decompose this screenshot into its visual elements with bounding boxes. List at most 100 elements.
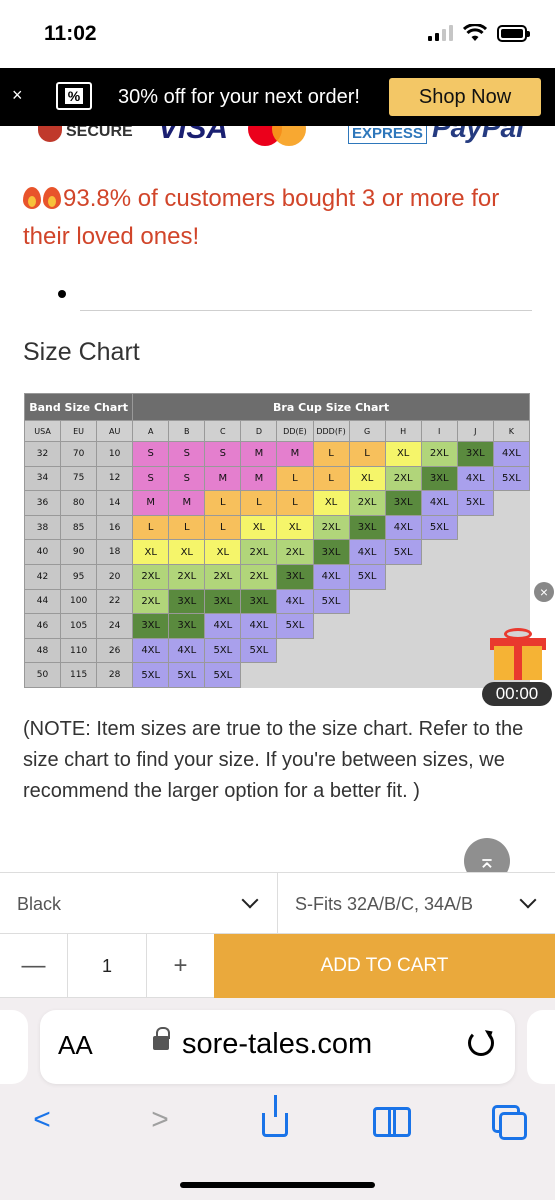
next-tab-edge[interactable]	[527, 1010, 555, 1084]
band-size-cell: 48	[23, 637, 62, 664]
quantity-value[interactable]: 1	[68, 934, 146, 998]
size-cell: 4XL	[420, 490, 458, 516]
size-cell: 5XL	[384, 539, 422, 565]
address-bar[interactable]: AA sore-tales.com	[40, 1010, 515, 1084]
size-chart-title: Size Chart	[23, 338, 140, 366]
size-cell: 5XL	[240, 637, 278, 664]
size-cell: L	[312, 441, 350, 467]
size-chart-row: 34 75 12 S S M M L L XL 2XL 3XL 4XL 5XL	[23, 465, 531, 492]
status-icons	[428, 24, 530, 42]
size-cell: L	[204, 514, 242, 541]
gift-icon[interactable]	[490, 628, 546, 680]
band-size-cell: 34	[23, 465, 62, 492]
quantity-decrement-button[interactable]: —	[0, 934, 68, 998]
empty-cell	[348, 588, 531, 615]
cup-size-header: Bra Cup Size Chart	[132, 393, 530, 421]
band-size-cell: 24	[96, 613, 134, 639]
size-cell: 5XL	[492, 465, 531, 492]
band-column-header: EU	[60, 420, 98, 442]
cup-column-header: I	[420, 420, 458, 442]
size-cell: 3XL	[456, 441, 494, 467]
shop-now-button[interactable]: Shop Now	[389, 78, 541, 116]
share-button[interactable]	[255, 1095, 295, 1140]
chevron-down-icon	[519, 891, 537, 909]
url-text[interactable]: sore-tales.com	[182, 1028, 372, 1061]
size-cell: 5XL	[348, 563, 386, 590]
color-select-value: Black	[17, 893, 62, 914]
size-cell: 2XL	[312, 514, 350, 541]
previous-tab-edge[interactable]	[0, 1010, 28, 1084]
add-to-cart-button[interactable]: ADD TO CART	[214, 934, 555, 998]
size-select[interactable]: S-Fits 32A/B/C, 34A/B	[278, 873, 555, 935]
band-size-cell: 50	[23, 662, 62, 688]
size-chart-row: 48 110 26 4XL 4XL 5XL 5XL	[23, 637, 530, 664]
close-icon[interactable]: ×	[12, 85, 23, 106]
size-cell: L	[204, 490, 242, 516]
empty-cell	[456, 514, 531, 541]
size-cell: L	[168, 514, 206, 541]
band-size-cell: 28	[96, 662, 134, 688]
size-cell: 3XL	[420, 465, 458, 492]
color-select[interactable]: Black	[0, 873, 278, 935]
band-size-cell: 10	[96, 441, 134, 467]
size-chart-row: 44 100 22 2XL 3XL 3XL 3XL 4XL 5XL	[23, 588, 531, 615]
mastercard-logo	[248, 126, 314, 146]
band-size-cell: 85	[60, 514, 98, 541]
size-cell: 2XL	[240, 563, 278, 590]
paypal-logo: PayPal	[432, 126, 524, 143]
cup-column-header: K	[492, 420, 531, 442]
back-button[interactable]: <	[22, 1100, 62, 1140]
size-cell: L	[276, 465, 314, 492]
size-cell: S	[168, 465, 206, 492]
status-bar: 11:02	[0, 0, 555, 68]
chevron-right-icon: >	[151, 1103, 169, 1136]
battery-icon	[497, 24, 530, 42]
size-cell: 2XL	[204, 563, 242, 590]
band-size-cell: 22	[96, 588, 134, 615]
size-cell: 5XL	[168, 662, 206, 688]
size-chart-row: 46 105 24 3XL 3XL 4XL 4XL 5XL	[23, 613, 530, 639]
variant-selectors: Black S-Fits 32A/B/C, 34A/B	[0, 872, 555, 935]
size-cell: 3XL	[168, 613, 206, 639]
size-cell: 2XL	[420, 441, 458, 467]
size-cell: XL	[204, 539, 242, 565]
reload-icon[interactable]	[468, 1030, 494, 1056]
band-size-cell: 14	[96, 490, 134, 516]
size-cell: 3XL	[132, 613, 170, 639]
size-cell: 5XL	[456, 490, 494, 516]
band-size-cell: 40	[23, 539, 62, 565]
size-cell: 4XL	[204, 613, 242, 639]
gift-timer: 00:00	[482, 682, 552, 706]
cup-column-header: D	[240, 420, 278, 442]
size-cell: 2XL	[168, 563, 206, 590]
page-settings-button[interactable]: AA	[58, 1030, 93, 1061]
gift-close-icon[interactable]: ×	[534, 582, 554, 602]
size-cell: 5XL	[276, 613, 314, 639]
tabs-button[interactable]	[487, 1100, 527, 1140]
size-cell: 5XL	[312, 588, 350, 615]
quantity-increment-button[interactable]: +	[146, 934, 214, 998]
cup-column-header: J	[456, 420, 494, 442]
divider	[80, 310, 532, 311]
size-cell: 2XL	[132, 588, 170, 615]
size-cell: XL	[312, 490, 350, 516]
cup-column-header: B	[168, 420, 206, 442]
cup-column-header: C	[204, 420, 242, 442]
visa-logo: VISA	[158, 126, 229, 145]
size-chart-row: 42 95 20 2XL 2XL 2XL 2XL 3XL 4XL 5XL	[23, 563, 531, 590]
size-cell: 4XL	[276, 588, 314, 615]
forward-button[interactable]: >	[140, 1100, 180, 1140]
size-cell: 3XL	[384, 490, 422, 516]
band-size-cell: 36	[23, 490, 62, 516]
cup-column-header: DDD(F)	[312, 420, 350, 442]
band-size-cell: 115	[60, 662, 98, 688]
size-chart-row: 32 70 10 S S S M M L L XL 2XL 3XL 4XL	[23, 441, 531, 467]
size-cell: S	[168, 441, 206, 467]
tabs-icon	[492, 1105, 527, 1140]
size-cell: S	[132, 465, 170, 492]
promo-text: 30% off for your next order!	[118, 86, 360, 108]
size-cell: L	[276, 490, 314, 516]
arrow-up-icon: ⌅	[477, 848, 497, 873]
bookmarks-button[interactable]	[372, 1100, 412, 1140]
size-cell: M	[240, 441, 278, 467]
